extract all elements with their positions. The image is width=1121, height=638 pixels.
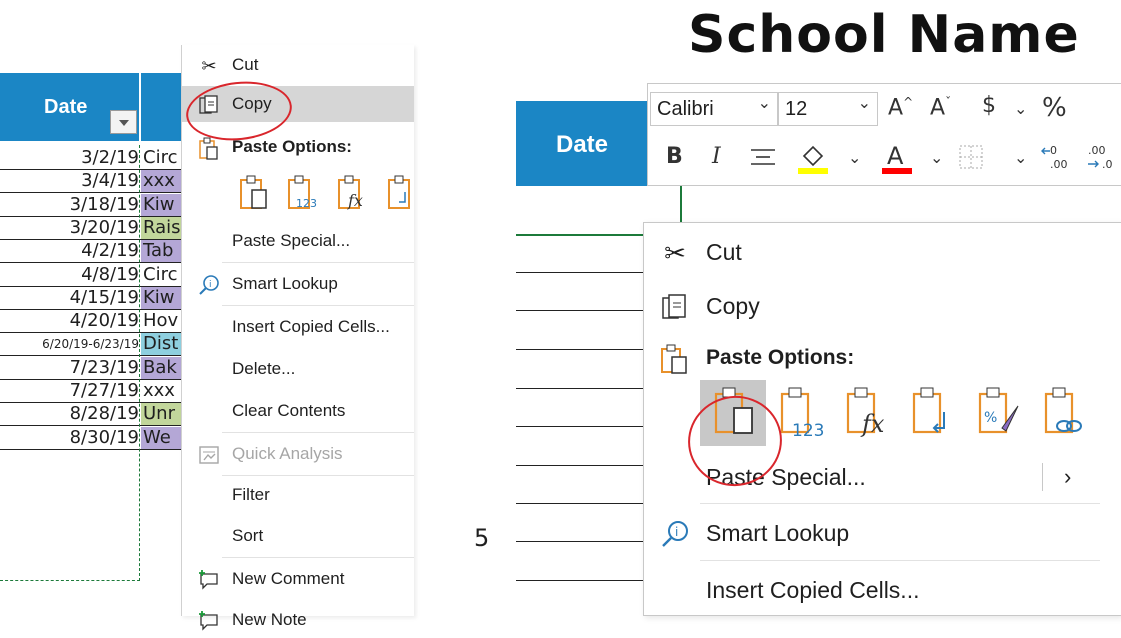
chevron-down-icon: ⌄: [857, 93, 871, 112]
menu-separator: [222, 432, 414, 433]
menu-item-new-note[interactable]: New Note: [182, 602, 414, 638]
quick-analysis-icon: [198, 444, 220, 466]
new-comment-icon: [198, 569, 220, 591]
menu-item-smart-lookup[interactable]: i Smart Lookup: [182, 266, 414, 302]
font-color-icon[interactable]: A: [880, 140, 914, 180]
font-size-box[interactable]: 12 ⌄: [778, 92, 878, 126]
description-cell[interactable]: Bak: [141, 357, 181, 379]
description-cell[interactable]: We: [141, 427, 181, 449]
menu-item-quick-analysis[interactable]: Quick Analysis: [182, 436, 414, 472]
menu-item-delete[interactable]: Delete...: [182, 351, 414, 387]
paste-formulas-icon[interactable]: fx: [337, 174, 367, 212]
menu-separator: [222, 262, 414, 263]
submenu-divider: [1042, 463, 1043, 491]
scissors-icon: ✂: [664, 238, 686, 268]
paste-options-heading: Paste Options:: [644, 330, 1121, 386]
menu-item-sort[interactable]: Sort: [182, 518, 414, 554]
menu-item-cut[interactable]: ✂ Cut: [182, 47, 414, 83]
copy-icon: [660, 292, 690, 322]
menu-separator: [700, 503, 1100, 504]
font-name-box[interactable]: Calibri ⌄: [650, 92, 778, 126]
decrease-decimal-icon[interactable]: .00.0: [1084, 142, 1120, 176]
svg-text:123: 123: [296, 197, 317, 210]
currency-button[interactable]: $: [982, 93, 996, 118]
italic-button[interactable]: I: [712, 144, 721, 169]
svg-text:123: 123: [792, 421, 824, 441]
svg-text:fx: fx: [347, 191, 363, 210]
menu-separator: [222, 305, 414, 306]
row-number: 5: [474, 524, 490, 552]
svg-text:0: 0: [1050, 144, 1057, 157]
description-cell[interactable]: Circ: [141, 147, 181, 169]
svg-text:A: A: [887, 142, 904, 170]
filter-dropdown-button[interactable]: [110, 110, 137, 134]
borders-icon[interactable]: [956, 142, 986, 176]
selected-cell-border: [516, 234, 646, 236]
center-align-icon[interactable]: [748, 142, 778, 176]
menu-item-copy[interactable]: Copy: [644, 278, 1121, 334]
clipboard-icon: [660, 344, 690, 374]
paste-formatting-icon[interactable]: %: [972, 380, 1030, 446]
smart-lookup-icon: i: [198, 274, 220, 296]
svg-text:i: i: [209, 280, 212, 290]
chevron-down-icon[interactable]: ⌄: [848, 148, 861, 167]
paste-values-icon[interactable]: 123: [287, 174, 317, 212]
increase-decimal-icon[interactable]: 0.00: [1040, 142, 1074, 176]
date-header-label: Date: [44, 96, 88, 118]
svg-text:.00: .00: [1088, 144, 1106, 157]
description-cell[interactable]: Kiw: [141, 194, 181, 216]
smart-lookup-icon: i: [660, 519, 690, 549]
chevron-down-icon[interactable]: ⌄: [930, 148, 943, 167]
menu-item-filter[interactable]: Filter: [182, 477, 414, 513]
clipboard-icon: [198, 137, 220, 160]
paste-link-icon[interactable]: [1038, 380, 1096, 446]
description-cell[interactable]: Unr: [141, 403, 181, 425]
description-cell[interactable]: xxx: [141, 380, 181, 402]
menu-item-smart-lookup[interactable]: i Smart Lookup: [644, 505, 1121, 561]
svg-text:fx: fx: [860, 410, 885, 438]
paste-formulas-icon[interactable]: fx: [840, 380, 898, 446]
copy-marquee: [0, 145, 140, 581]
paste-transpose-icon[interactable]: [387, 174, 414, 212]
description-cell[interactable]: Tab: [141, 240, 181, 262]
menu-item-insert-copied-cells[interactable]: Insert Copied Cells...: [644, 562, 1121, 618]
paste-values-icon[interactable]: 123: [774, 380, 832, 446]
new-note-icon: [198, 610, 220, 632]
svg-text:%: %: [984, 410, 997, 426]
description-cell[interactable]: Rais: [141, 217, 181, 239]
description-column-header[interactable]: [141, 73, 183, 141]
paste-transpose-icon[interactable]: [906, 380, 964, 446]
description-cell[interactable]: Hov: [141, 310, 181, 332]
right-date-header-label: Date: [556, 131, 609, 158]
menu-separator: [222, 557, 414, 558]
mini-toolbar: Calibri ⌄ 12 ⌄ A^ Aˇ $ ⌄ % B I ⌄ A ⌄ ⌄ 0…: [647, 83, 1121, 186]
menu-separator: [222, 475, 414, 476]
description-cell[interactable]: Kiw: [141, 287, 181, 309]
description-cell[interactable]: xxx: [141, 170, 181, 192]
menu-item-cut[interactable]: ✂ Cut: [644, 224, 1121, 280]
menu-item-insert-copied-cells[interactable]: Insert Copied Cells...: [182, 309, 414, 345]
fill-color-icon[interactable]: [796, 140, 830, 180]
chevron-down-icon[interactable]: ⌄: [1014, 148, 1027, 167]
menu-item-new-comment[interactable]: New Comment: [182, 561, 414, 597]
svg-text:.0: .0: [1102, 158, 1113, 171]
increase-font-icon[interactable]: A^: [888, 95, 913, 120]
chevron-down-icon[interactable]: ⌄: [1014, 99, 1027, 118]
bold-button[interactable]: B: [666, 144, 683, 169]
svg-text:i: i: [675, 525, 678, 539]
percent-button[interactable]: %: [1042, 93, 1067, 123]
description-cell[interactable]: Dist: [141, 333, 181, 355]
description-cell[interactable]: Circ: [141, 264, 181, 286]
menu-separator: [700, 560, 1100, 561]
svg-text:.00: .00: [1050, 158, 1068, 171]
copy-marquee-bottom: [0, 580, 140, 581]
chevron-right-icon[interactable]: ›: [1064, 449, 1071, 505]
menu-item-clear-contents[interactable]: Clear Contents: [182, 393, 414, 429]
scissors-icon: ✂: [201, 56, 217, 76]
menu-item-paste-special[interactable]: Paste Special...: [182, 223, 414, 259]
school-title: School Name: [688, 5, 1080, 65]
decrease-font-icon[interactable]: Aˇ: [930, 95, 951, 120]
paste-icon[interactable]: [239, 174, 269, 212]
chevron-down-icon: ⌄: [757, 93, 771, 112]
